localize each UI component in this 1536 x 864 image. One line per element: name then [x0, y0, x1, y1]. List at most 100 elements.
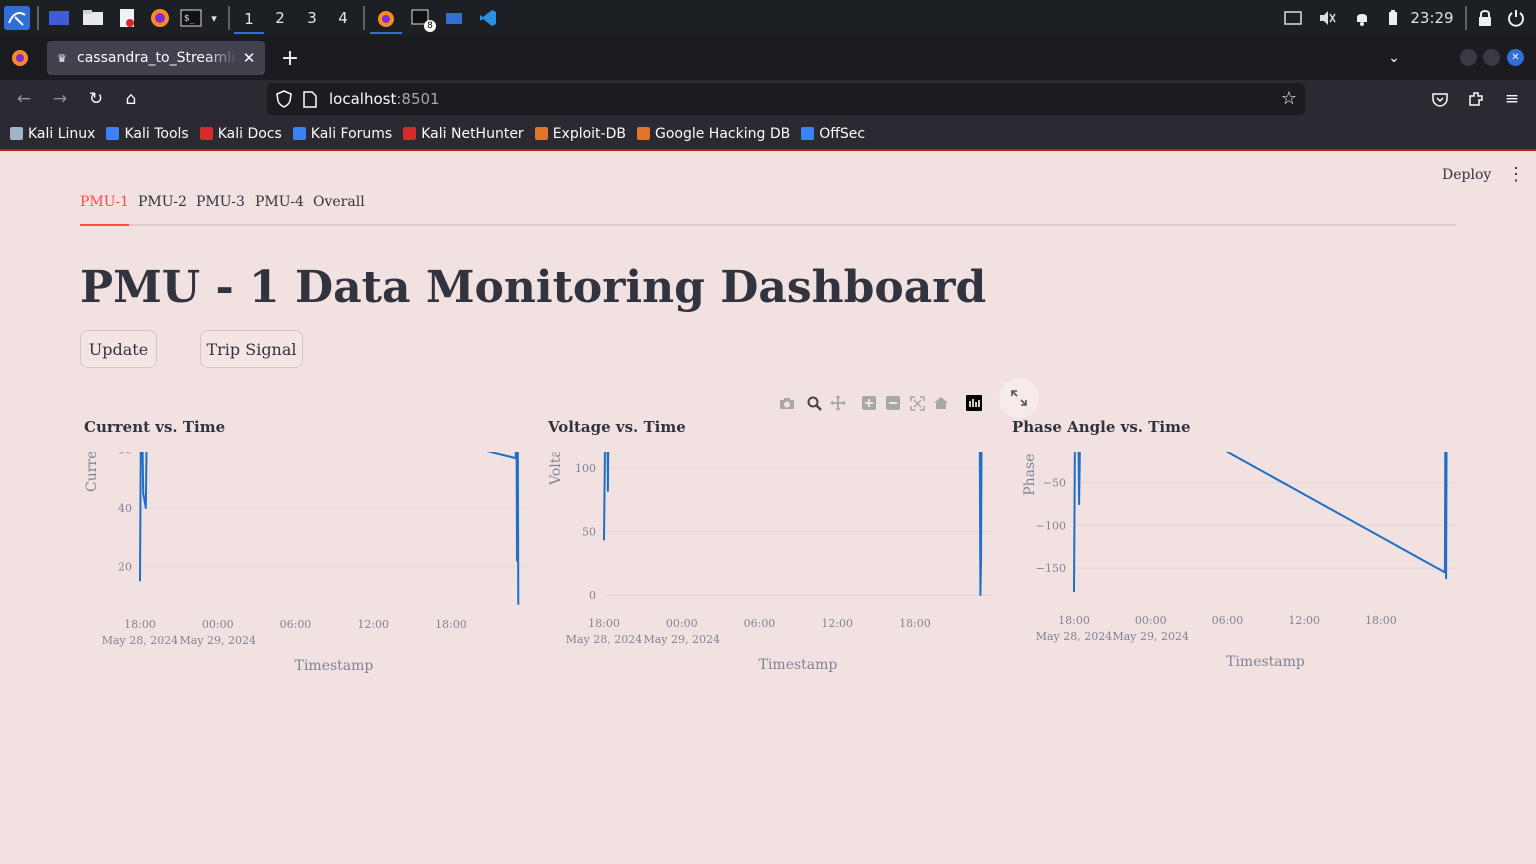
x-tick-date-label: May 28, 2024	[566, 633, 643, 646]
terminal-window-icon[interactable]: 8	[406, 6, 436, 32]
x-tick-label: 00:00	[202, 618, 234, 631]
autoscale-icon[interactable]	[908, 394, 926, 412]
zoom-icon[interactable]	[805, 394, 823, 412]
bookmark-exploit-db[interactable]: Exploit-DB	[534, 126, 626, 142]
app-menu-icon[interactable]: ≡	[1499, 86, 1525, 112]
notification-bell-icon[interactable]	[1351, 6, 1373, 30]
zoom-out-icon[interactable]	[884, 394, 902, 412]
extensions-icon[interactable]	[1463, 86, 1489, 112]
reload-icon[interactable]: ↻	[83, 86, 109, 112]
tab-pmu-3[interactable]: PMU-3	[196, 194, 245, 226]
camera-icon[interactable]	[778, 394, 796, 412]
new-tab-icon[interactable]: +	[279, 45, 301, 71]
x-tick-label: 00:00	[1135, 614, 1167, 627]
x-tick-label: 06:00	[744, 617, 776, 630]
folder-window-icon[interactable]	[442, 6, 466, 30]
plotly-logo-icon[interactable]	[965, 394, 983, 412]
battery-icon[interactable]	[1384, 6, 1402, 30]
x-tick-date-label: May 28, 2024	[102, 634, 179, 647]
minimize-window-button[interactable]	[1460, 49, 1477, 66]
main-menu-icon[interactable]: ⋮	[1507, 164, 1525, 185]
address-bar[interactable]: localhost:8501 ☆	[267, 83, 1305, 115]
firefox-view-icon[interactable]	[10, 48, 30, 68]
pmu-tab-bar: PMU-1 PMU-2 PMU-3 PMU-4 Overall	[80, 194, 1456, 226]
pocket-icon[interactable]	[1427, 86, 1453, 112]
y-axis-title: Phase Angle	[1022, 452, 1038, 496]
workspace-1[interactable]: 1	[234, 6, 264, 34]
bookmark-label: Kali Linux	[28, 125, 96, 142]
x-axis-title: Timestamp	[1226, 654, 1305, 670]
page-info-icon[interactable]	[303, 91, 317, 112]
bookmark-kali-nethunter[interactable]: Kali NetHunter	[403, 126, 524, 142]
zoom-in-icon[interactable]	[860, 394, 878, 412]
forward-arrow-icon[interactable]: →	[47, 86, 73, 112]
trip-signal-button[interactable]: Trip Signal	[200, 330, 303, 368]
bookmark-kali-docs[interactable]: Kali Docs	[199, 125, 282, 142]
x-tick-label: 12:00	[821, 617, 853, 630]
y-axis-title: Voltage	[548, 452, 564, 486]
bookmark-offsec[interactable]: OffSec	[801, 126, 865, 142]
network-activity-graph	[1048, 28, 1274, 43]
phase-angle-vs-time-chart[interactable]: −150−100−5005010015018:00May 28, 202400:…	[1008, 452, 1468, 832]
kali-menu-icon[interactable]	[4, 6, 30, 30]
bookmark-google-hacking-db[interactable]: Google Hacking DB	[636, 125, 791, 142]
voltage-vs-time-chart[interactable]: 05010015020018:00May 28, 202400:00May 29…	[544, 452, 1004, 832]
svg-text:$_: $_	[184, 14, 195, 24]
bookmark-kali-tools[interactable]: Kali Tools	[106, 126, 189, 142]
bookmark-kali-linux[interactable]: Kali Linux	[10, 126, 95, 142]
update-button[interactable]: Update	[80, 330, 157, 368]
bookmark-label: Google Hacking DB	[654, 125, 791, 142]
kali-tools-icon	[106, 127, 120, 140]
text-editor-icon[interactable]	[115, 6, 139, 30]
streamlit-favicon-icon: ♛	[57, 52, 67, 65]
firefox-window-icon[interactable]	[370, 6, 402, 34]
chevron-down-icon[interactable]: ▾	[206, 6, 222, 30]
file-manager-icon[interactable]	[81, 6, 105, 30]
bookmark-star-icon[interactable]: ☆	[1281, 88, 1297, 109]
workspace-2[interactable]: 2	[266, 6, 294, 30]
terminal-window-count-badge: 8	[424, 20, 436, 32]
shield-icon[interactable]	[276, 90, 292, 112]
offsec-icon	[801, 127, 815, 140]
x-tick-label: 12:00	[357, 618, 389, 631]
bookmark-label: Kali Forums	[310, 125, 393, 142]
tab-pmu-4[interactable]: PMU-4	[255, 194, 304, 226]
power-icon[interactable]	[1505, 6, 1527, 30]
tab-pmu-2[interactable]: PMU-2	[138, 194, 187, 226]
exploit-db-icon	[534, 127, 548, 140]
close-window-button[interactable]: ✕	[1507, 49, 1524, 66]
workspace-4[interactable]: 4	[329, 6, 357, 30]
browser-tab-active[interactable]: ♛ cassandra_to_Streamlit · Streamlit ✕	[47, 41, 265, 75]
browser-navigation-bar: ← → ↻ ⌂ localhost:8501 ☆ ≡	[0, 80, 1536, 118]
list-all-tabs-icon[interactable]: ⌄	[1382, 46, 1406, 70]
lock-icon[interactable]	[1475, 6, 1495, 30]
fullscreen-expand-icon[interactable]	[999, 378, 1039, 418]
workspace-label: 3	[307, 9, 317, 27]
bookmark-kali-forums[interactable]: Kali Forums	[292, 125, 393, 142]
vscode-window-icon[interactable]	[476, 6, 500, 30]
deploy-button[interactable]: Deploy	[1442, 167, 1491, 183]
maximize-window-button[interactable]	[1483, 49, 1500, 66]
workspace-3[interactable]: 3	[298, 6, 326, 30]
pan-icon[interactable]	[829, 394, 847, 412]
x-axis-title: Timestamp	[295, 658, 374, 674]
tab-overall[interactable]: Overall	[313, 194, 365, 226]
terminal-launcher-icon[interactable]: $_	[179, 6, 203, 30]
reset-axes-home-icon[interactable]	[932, 394, 950, 412]
back-arrow-icon[interactable]: ←	[11, 86, 37, 112]
show-desktop-icon[interactable]	[47, 6, 71, 30]
bookmarks-toolbar: Kali Linux Kali Tools Kali Docs Kali For…	[0, 118, 1536, 151]
close-tab-icon[interactable]: ✕	[239, 48, 259, 68]
current-vs-time-chart[interactable]: 2040608010018:00May 28, 202400:00May 29,…	[80, 452, 540, 832]
x-tick-label: 18:00	[1058, 614, 1090, 627]
mute-icon[interactable]	[1316, 6, 1338, 30]
bookmark-label: Kali Docs	[217, 125, 282, 142]
clock[interactable]: 23:29	[1410, 6, 1454, 30]
firefox-launcher-icon[interactable]	[148, 6, 172, 30]
x-tick-label: 06:00	[1212, 614, 1244, 627]
current-chart-title: Current vs. Time	[84, 418, 226, 436]
tab-pmu-1[interactable]: PMU-1	[80, 194, 129, 226]
home-icon[interactable]: ⌂	[118, 86, 144, 112]
screen-cast-icon[interactable]	[1282, 6, 1304, 30]
kali-forums-icon	[292, 127, 306, 140]
